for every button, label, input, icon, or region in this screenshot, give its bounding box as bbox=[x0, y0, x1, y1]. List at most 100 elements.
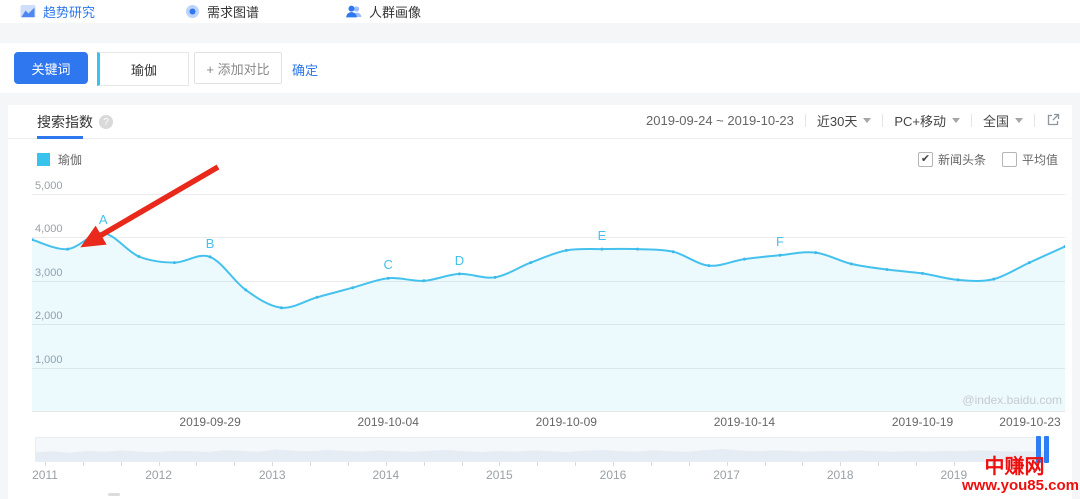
chevron-down-icon bbox=[1015, 118, 1023, 123]
chevron-down-icon bbox=[952, 118, 960, 123]
nav-label: 趋势研究 bbox=[43, 2, 95, 21]
keyword-button[interactable]: 关键词 bbox=[14, 52, 88, 84]
legend-label: 瑜伽 bbox=[58, 151, 82, 168]
radar-dot-icon bbox=[185, 4, 200, 19]
data-point[interactable] bbox=[529, 261, 532, 264]
timeline-tick bbox=[840, 462, 841, 466]
timeline-tick bbox=[916, 462, 917, 466]
nav-demand-graph[interactable]: 需求图谱 bbox=[185, 0, 259, 23]
help-icon[interactable]: ? bbox=[99, 115, 113, 129]
tab-search-index[interactable]: 搜索指数 ? bbox=[37, 112, 113, 132]
external-link-icon[interactable] bbox=[1046, 113, 1060, 127]
headlines-checkbox[interactable]: ✔ 新闻头条 bbox=[918, 151, 986, 168]
timeline-sparkline bbox=[36, 438, 1047, 461]
timeline-tick bbox=[234, 462, 235, 466]
data-point[interactable] bbox=[814, 251, 817, 254]
overlay-toggles: ✔ 新闻头条 平均值 bbox=[918, 151, 1058, 168]
user-icon bbox=[345, 4, 362, 19]
date-range-text: 2019-09-24 ~ 2019-10-23 bbox=[646, 113, 794, 128]
data-point[interactable] bbox=[921, 272, 924, 275]
range-dropdown[interactable]: 近30天 bbox=[817, 111, 871, 130]
timeline-tick bbox=[878, 462, 879, 466]
headline-marker-A[interactable]: A bbox=[99, 212, 108, 227]
headline-marker-D[interactable]: D bbox=[455, 253, 464, 268]
headline-marker-B[interactable]: B bbox=[206, 236, 215, 251]
average-checkbox[interactable]: 平均值 bbox=[1002, 151, 1058, 168]
baidu-index-watermark: @index.baidu.com bbox=[962, 393, 1062, 407]
confirm-button[interactable]: 确定 bbox=[292, 60, 318, 79]
timeline-year-label: 2013 bbox=[247, 468, 297, 482]
headline-marker-F[interactable]: F bbox=[776, 234, 784, 249]
x-axis-label: 2019-10-14 bbox=[699, 415, 789, 429]
platform-dropdown[interactable]: PC+移动 bbox=[894, 111, 960, 130]
data-point[interactable] bbox=[458, 272, 461, 275]
data-point[interactable] bbox=[957, 278, 960, 281]
site-watermark-url: www.you85.com bbox=[962, 478, 1079, 494]
baidu-index-page: 趋势研究 需求图谱 人群画像 关键词 + 添加对比 确定 搜索指数 ? 2019… bbox=[0, 0, 1080, 499]
data-point[interactable] bbox=[600, 248, 603, 251]
divider bbox=[971, 114, 972, 127]
x-axis-label: 2019-10-19 bbox=[878, 415, 968, 429]
headline-marker-E[interactable]: E bbox=[598, 228, 607, 243]
region-dropdown[interactable]: 全国 bbox=[983, 111, 1023, 130]
data-point[interactable] bbox=[209, 255, 212, 258]
data-point[interactable] bbox=[280, 306, 283, 309]
data-point[interactable] bbox=[565, 249, 568, 252]
data-point[interactable] bbox=[387, 277, 390, 280]
timeline-year-label: 2017 bbox=[702, 468, 752, 482]
timeline-tick bbox=[121, 462, 122, 466]
site-watermark: 中赚网 www.you85.com bbox=[962, 457, 1079, 494]
data-point[interactable] bbox=[850, 262, 853, 265]
data-point[interactable] bbox=[636, 248, 639, 251]
data-point[interactable] bbox=[779, 254, 782, 257]
timeline-tick bbox=[424, 462, 425, 466]
search-index-panel: 搜索指数 ? 2019-09-24 ~ 2019-10-23 近30天 PC+移… bbox=[8, 105, 1072, 499]
series-legend[interactable]: 瑜伽 bbox=[37, 151, 82, 168]
data-point[interactable] bbox=[743, 258, 746, 261]
checkbox-unchecked-icon bbox=[1002, 152, 1017, 167]
data-point[interactable] bbox=[707, 264, 710, 267]
data-point[interactable] bbox=[315, 296, 318, 299]
timeline-slider[interactable] bbox=[35, 437, 1048, 462]
panel-header: 搜索指数 ? 2019-09-24 ~ 2019-10-23 近30天 PC+移… bbox=[8, 105, 1072, 139]
timeline-tick bbox=[575, 462, 576, 466]
timeline-tick bbox=[499, 462, 500, 466]
data-point[interactable] bbox=[102, 232, 105, 235]
keyword-input[interactable] bbox=[97, 52, 189, 86]
line-chart-canvas[interactable]: A B C D E F bbox=[32, 180, 1065, 412]
legend-color-swatch bbox=[37, 153, 50, 166]
timeline-year-label: 2012 bbox=[134, 468, 184, 482]
nav-trend-research[interactable]: 趋势研究 bbox=[20, 0, 95, 23]
timeline-tick bbox=[727, 462, 728, 466]
data-point[interactable] bbox=[992, 278, 995, 281]
data-point[interactable] bbox=[422, 279, 425, 282]
tab-label: 搜索指数 bbox=[37, 112, 93, 132]
add-compare-button[interactable]: + 添加对比 bbox=[194, 52, 282, 84]
data-point[interactable] bbox=[1028, 261, 1031, 264]
timeline-tick bbox=[196, 462, 197, 466]
data-point[interactable] bbox=[672, 250, 675, 253]
data-point[interactable] bbox=[494, 276, 497, 279]
chevron-down-icon bbox=[863, 118, 871, 123]
data-point[interactable] bbox=[66, 248, 69, 251]
timeline-tick bbox=[272, 462, 273, 466]
timeline-tick bbox=[689, 462, 690, 466]
nav-label: 需求图谱 bbox=[207, 2, 259, 21]
timeline-year-label: 2016 bbox=[588, 468, 638, 482]
timeline-tick bbox=[802, 462, 803, 466]
headline-marker-C[interactable]: C bbox=[384, 257, 393, 272]
data-point[interactable] bbox=[137, 255, 140, 258]
timeline-tick bbox=[954, 462, 955, 466]
chart-controls: 2019-09-24 ~ 2019-10-23 近30天 PC+移动 全国 bbox=[646, 105, 1060, 135]
nav-crowd-portrait[interactable]: 人群画像 bbox=[345, 0, 421, 23]
timeline-tick bbox=[45, 462, 46, 466]
timeline-tick bbox=[462, 462, 463, 466]
x-axis-label: 2019-10-23 bbox=[985, 415, 1075, 429]
timeline-year-label: 2011 bbox=[20, 468, 70, 482]
data-point[interactable] bbox=[885, 268, 888, 271]
nav-label: 人群画像 bbox=[369, 2, 421, 21]
data-point[interactable] bbox=[244, 288, 247, 291]
timeline-tick bbox=[651, 462, 652, 466]
data-point[interactable] bbox=[173, 261, 176, 264]
data-point[interactable] bbox=[351, 286, 354, 289]
